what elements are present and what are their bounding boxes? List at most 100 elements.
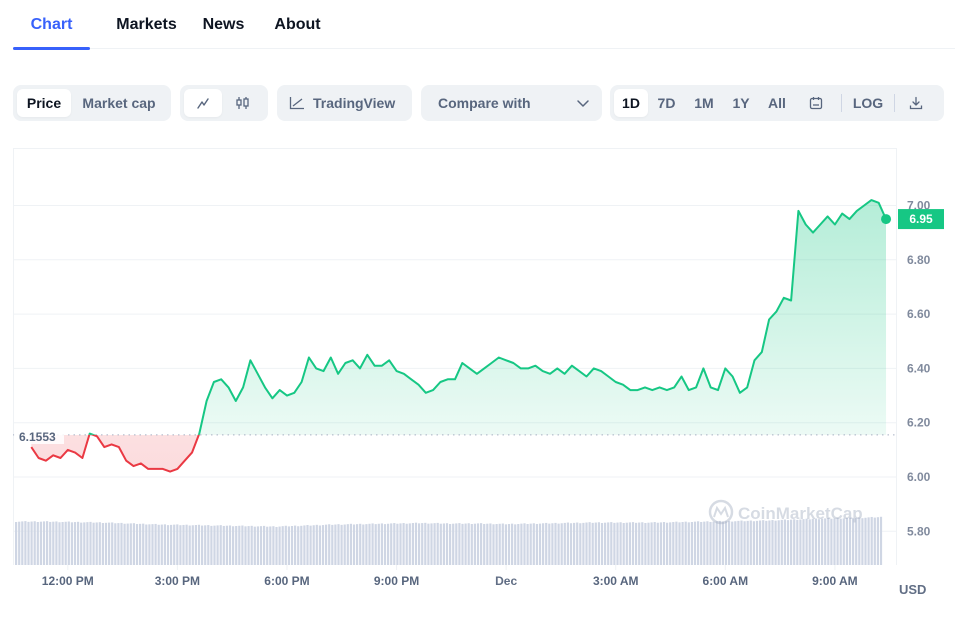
volume-bar bbox=[876, 517, 879, 565]
volume-bar bbox=[545, 522, 548, 565]
volume-bar bbox=[842, 518, 845, 565]
volume-bar bbox=[647, 522, 650, 565]
volume-bar bbox=[734, 521, 737, 565]
volume-bar bbox=[194, 525, 197, 565]
volume-bar bbox=[173, 524, 176, 565]
volume-bar bbox=[244, 526, 247, 565]
y-tick-label: 6.60 bbox=[907, 307, 931, 321]
volume-bar bbox=[126, 523, 129, 565]
volume-bar bbox=[532, 523, 535, 565]
volume-bar bbox=[120, 522, 123, 565]
volume-bar bbox=[867, 517, 870, 565]
volume-bar bbox=[300, 525, 303, 565]
y-tick-label: 5.80 bbox=[907, 524, 931, 538]
x-axis: 12:00 PM 3:00 PM 6:00 PM 9:00 PM Dec 3:00 AM 6… bbox=[42, 565, 858, 588]
volume-bar bbox=[309, 525, 312, 565]
volume-bar bbox=[430, 523, 433, 565]
volume-bar bbox=[771, 520, 774, 565]
volume-bar bbox=[306, 525, 309, 565]
volume-bar bbox=[659, 522, 662, 565]
volume-bar bbox=[687, 522, 690, 565]
volume-bar bbox=[266, 526, 269, 565]
volume-bar bbox=[349, 523, 352, 565]
volume-bar bbox=[833, 518, 836, 565]
volume-bar bbox=[188, 525, 191, 565]
volume-bar bbox=[30, 521, 33, 565]
volume-bar bbox=[848, 517, 852, 565]
volume-bar bbox=[191, 525, 194, 565]
x-tick-label: 3:00 AM bbox=[593, 574, 639, 588]
volume-bar bbox=[15, 522, 18, 565]
volume-bar bbox=[108, 522, 111, 565]
volume-bar bbox=[129, 523, 132, 565]
volume-bar bbox=[554, 522, 557, 565]
volume-bar bbox=[67, 521, 70, 565]
volume-bar bbox=[281, 526, 284, 565]
volume-bar bbox=[399, 523, 402, 565]
volume-bar bbox=[58, 522, 61, 565]
volume-bar bbox=[517, 524, 520, 565]
volume-bar bbox=[870, 516, 873, 565]
volume-bar bbox=[213, 525, 216, 565]
volume-bar bbox=[511, 523, 514, 565]
volume-bar bbox=[821, 518, 824, 565]
volume-bar bbox=[709, 521, 712, 565]
volume-bar bbox=[855, 517, 858, 565]
volume-bar bbox=[489, 523, 492, 565]
volume-bar bbox=[216, 525, 219, 565]
volume-bar bbox=[312, 525, 315, 565]
volume-bar bbox=[464, 523, 467, 565]
volume-bar bbox=[182, 524, 185, 565]
volume-bar bbox=[728, 520, 731, 565]
volume-bar bbox=[455, 523, 458, 565]
volume-bar bbox=[445, 523, 449, 565]
x-tick-label: 9:00 PM bbox=[374, 574, 419, 588]
volume-bar bbox=[839, 518, 842, 565]
volume-bar bbox=[576, 522, 579, 565]
volume-bar bbox=[566, 522, 569, 565]
volume-bar bbox=[628, 522, 631, 565]
volume-bar bbox=[690, 521, 693, 565]
volume-bar bbox=[52, 521, 55, 565]
volume-bar bbox=[315, 524, 318, 565]
volume-bar bbox=[749, 520, 752, 565]
volume-bar bbox=[520, 523, 523, 565]
volume-bar bbox=[613, 522, 616, 565]
volume-bar bbox=[740, 520, 743, 565]
volume-bar bbox=[424, 522, 427, 565]
volume-bar bbox=[241, 525, 244, 565]
volume-bar bbox=[743, 521, 746, 565]
volume-bar bbox=[334, 524, 337, 565]
volume-bar bbox=[352, 524, 356, 565]
volume-bar bbox=[802, 519, 805, 565]
volume-bar bbox=[470, 524, 473, 565]
volume-bar bbox=[635, 522, 638, 565]
volume-bar bbox=[390, 523, 393, 565]
volume-bar bbox=[362, 524, 365, 565]
volume-bar bbox=[653, 522, 656, 565]
volume-bar bbox=[42, 521, 46, 565]
volume-bar bbox=[480, 523, 483, 565]
volume-bar bbox=[700, 521, 703, 565]
volume-bar bbox=[662, 522, 666, 565]
price-chart[interactable]: CoinMarketCap 5.806.006.206.406.606.807.… bbox=[0, 0, 955, 621]
volume-bar bbox=[715, 521, 718, 565]
volume-bar bbox=[259, 526, 263, 565]
volume-bar bbox=[365, 524, 368, 565]
volume-bar bbox=[222, 525, 225, 565]
volume-bar bbox=[467, 523, 470, 565]
volume-bar bbox=[721, 521, 724, 565]
volume-bar bbox=[666, 522, 669, 565]
volume-bar bbox=[331, 524, 334, 565]
volume-bar bbox=[755, 520, 759, 565]
volume-bar bbox=[135, 524, 139, 565]
volume-bar bbox=[498, 523, 501, 565]
volume-bar bbox=[836, 518, 839, 565]
coinmarketcap-watermark: CoinMarketCap bbox=[708, 499, 863, 525]
volume-bar bbox=[179, 525, 182, 565]
volume-bar bbox=[204, 525, 207, 565]
volume-bar bbox=[337, 524, 340, 565]
volume-bar bbox=[449, 524, 452, 565]
y-tick-label: 6.40 bbox=[907, 361, 931, 375]
volume-bar bbox=[269, 526, 272, 565]
